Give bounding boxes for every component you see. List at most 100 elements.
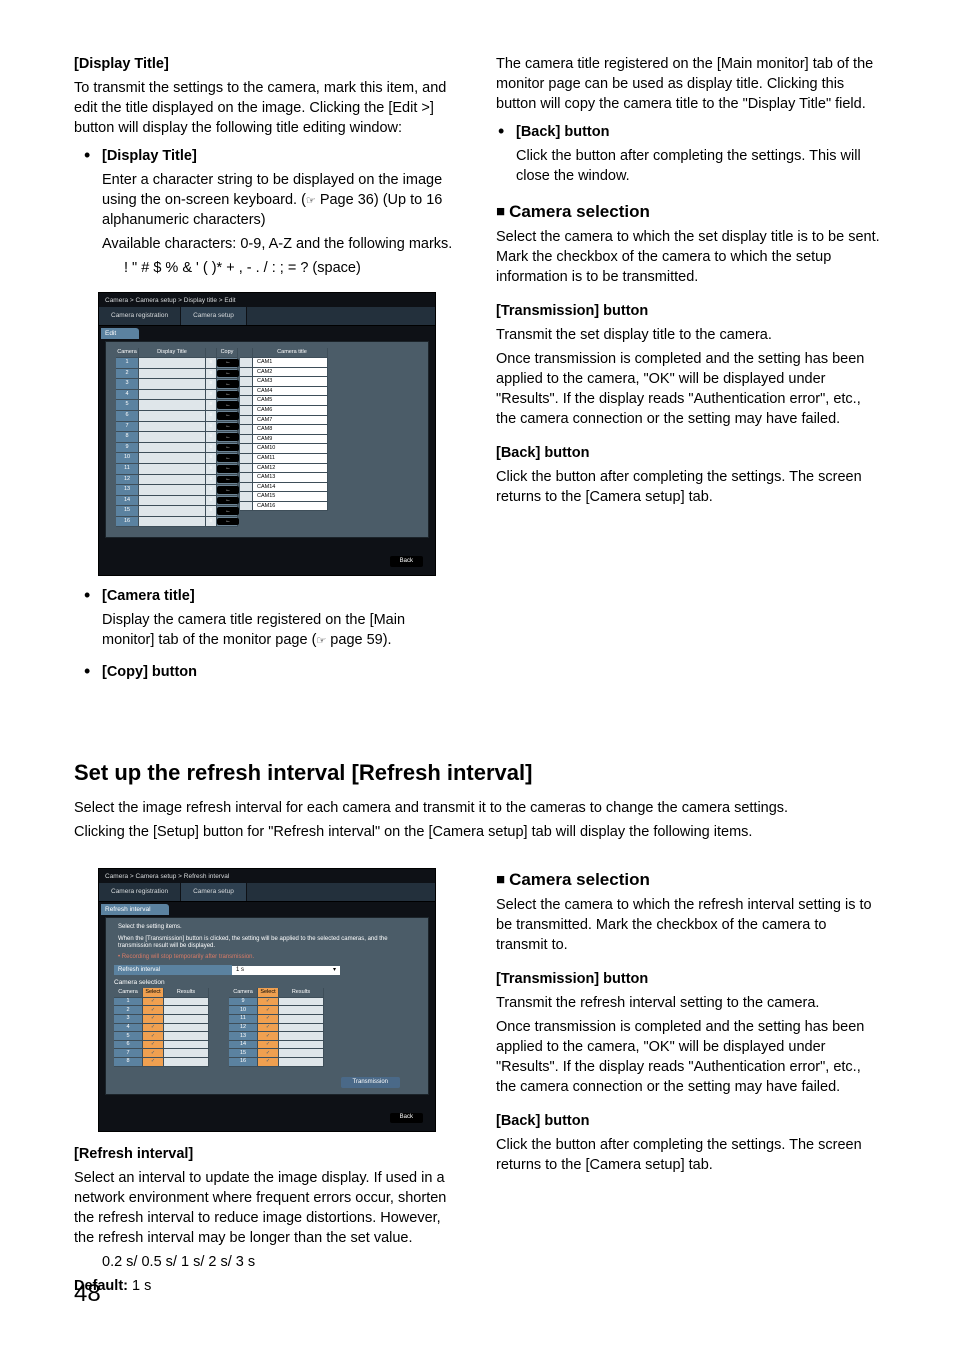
table-row-camera-num: 8 — [114, 1058, 143, 1067]
display-title-input[interactable] — [139, 517, 206, 528]
tab-camera-registration[interactable]: Camera registration — [99, 307, 181, 325]
copy-row-button[interactable]: ← — [217, 506, 238, 517]
edit-handle-icon[interactable]: ≡ — [206, 496, 217, 507]
copy-row-button[interactable]: ← — [217, 517, 238, 528]
select-checkbox[interactable] — [258, 998, 279, 1007]
col-header-select[interactable]: Select — [258, 988, 279, 998]
display-title-input[interactable] — [139, 411, 206, 422]
copy-row-button[interactable]: ← — [217, 411, 238, 422]
select-checkbox[interactable] — [143, 998, 164, 1007]
refresh-interval-field-label: Refresh interval — [114, 965, 232, 975]
edit-handle-icon[interactable]: ≡ — [206, 379, 217, 390]
display-title-input[interactable] — [139, 432, 206, 443]
display-title-input[interactable] — [139, 379, 206, 390]
edit-handle-icon[interactable]: ≡ — [206, 475, 217, 486]
bullet-display-title-head: [Display Title] — [102, 146, 458, 166]
select-checkbox[interactable] — [143, 1058, 164, 1067]
square-bullet-icon: ■ — [496, 871, 505, 888]
edit-handle-icon[interactable]: ≡ — [206, 390, 217, 401]
select-checkbox[interactable] — [258, 1049, 279, 1058]
copy-row-button[interactable]: ← — [217, 443, 238, 454]
transmission-button-l2: Once transmission is completed and the s… — [496, 349, 880, 429]
back-button-head: [Back] button — [516, 122, 880, 142]
copy-row-button[interactable]: ← — [217, 358, 238, 369]
select-checkbox[interactable] — [143, 1015, 164, 1024]
edit-handle-icon[interactable]: ≡ — [206, 464, 217, 475]
select-checkbox[interactable] — [258, 1024, 279, 1033]
edit-handle-icon[interactable]: ≡ — [206, 422, 217, 433]
display-title-input[interactable] — [139, 422, 206, 433]
tab-camera-setup[interactable]: Camera setup — [181, 883, 247, 901]
table-row-camera-num: 15 — [229, 1049, 258, 1058]
display-title-input[interactable] — [139, 443, 206, 454]
col-header-select[interactable]: Select — [143, 988, 164, 998]
transmission-button-head2: [Transmission] button — [496, 969, 880, 989]
copy-row-button[interactable]: ← — [217, 453, 238, 464]
copy-row-button[interactable]: ← — [217, 464, 238, 475]
display-title-input[interactable] — [139, 506, 206, 517]
back-button-body3: Click the button after completing the se… — [496, 1135, 880, 1175]
arrow-icon — [240, 377, 253, 387]
copy-row-button[interactable]: ← — [217, 496, 238, 507]
copy-row-button[interactable]: ← — [217, 475, 238, 486]
select-checkbox[interactable] — [143, 1006, 164, 1015]
select-checkbox[interactable] — [258, 1006, 279, 1015]
display-title-input[interactable] — [139, 464, 206, 475]
transmission-button-head: [Transmission] button — [496, 301, 880, 321]
copy-row-button[interactable]: ← — [217, 390, 238, 401]
copy-row-button[interactable]: ← — [217, 432, 238, 443]
edit-handle-icon[interactable]: ≡ — [206, 453, 217, 464]
results-cell — [164, 998, 209, 1007]
table-row-camera-num: 12 — [229, 1024, 258, 1033]
edit-handle-icon[interactable]: ≡ — [206, 506, 217, 517]
back-button[interactable]: Back — [390, 556, 423, 566]
section-edit-label: Edit — [101, 328, 139, 340]
select-checkbox[interactable] — [258, 1058, 279, 1067]
tab-camera-registration[interactable]: Camera registration — [99, 883, 181, 901]
edit-handle-icon[interactable]: ≡ — [206, 432, 217, 443]
edit-handle-icon[interactable]: ≡ — [206, 443, 217, 454]
display-title-input[interactable] — [139, 453, 206, 464]
select-checkbox[interactable] — [143, 1024, 164, 1033]
tabs-bar: Camera registration Camera setup — [99, 883, 435, 902]
display-title-input[interactable] — [139, 390, 206, 401]
copy-row-button[interactable]: ← — [217, 485, 238, 496]
copy-row-button[interactable]: ← — [217, 400, 238, 411]
display-title-input[interactable] — [139, 369, 206, 380]
bullet-back-button: • [Back] button Click the button after c… — [498, 122, 880, 190]
tab-camera-setup[interactable]: Camera setup — [181, 307, 247, 325]
available-chars-line: Available characters: 0-9, A-Z and the f… — [102, 234, 458, 254]
edit-handle-icon[interactable]: ≡ — [206, 358, 217, 369]
camera-selection-heading2: ■Camera selection — [496, 868, 880, 891]
section-refresh-label: Refresh interval — [101, 904, 169, 916]
display-title-input[interactable] — [139, 485, 206, 496]
refresh-interval-select[interactable]: 1 s▾ — [232, 966, 340, 975]
results-cell — [279, 1024, 324, 1033]
edit-handle-icon[interactable]: ≡ — [206, 517, 217, 528]
transmission-button[interactable]: Transmission — [341, 1077, 400, 1088]
select-checkbox[interactable] — [143, 1041, 164, 1050]
copy-row-button[interactable]: ← — [217, 379, 238, 390]
select-checkbox[interactable] — [143, 1032, 164, 1041]
edit-handle-icon[interactable]: ≡ — [206, 369, 217, 380]
select-checkbox[interactable] — [143, 1049, 164, 1058]
edit-handle-icon[interactable]: ≡ — [206, 485, 217, 496]
table-row-camera-num: 10 — [229, 1006, 258, 1015]
copy-row-button[interactable]: ← — [217, 422, 238, 433]
copy-row-button[interactable]: ← — [217, 369, 238, 380]
display-title-input[interactable] — [139, 358, 206, 369]
table-row-camera-num: 11 — [229, 1015, 258, 1024]
select-checkbox[interactable] — [258, 1015, 279, 1024]
camera-title-cell: CAM13 — [253, 473, 328, 483]
chevron-down-icon: ▾ — [333, 967, 336, 974]
edit-handle-icon[interactable]: ≡ — [206, 411, 217, 422]
display-title-input[interactable] — [139, 496, 206, 507]
edit-handle-icon[interactable]: ≡ — [206, 400, 217, 411]
back-button[interactable]: Back — [390, 1113, 423, 1123]
select-checkbox[interactable] — [258, 1041, 279, 1050]
display-title-input[interactable] — [139, 400, 206, 411]
display-title-input[interactable] — [139, 475, 206, 486]
camera-selection-label: Camera selection — [114, 979, 420, 987]
camera-title-cell: CAM3 — [253, 377, 328, 387]
select-checkbox[interactable] — [258, 1032, 279, 1041]
